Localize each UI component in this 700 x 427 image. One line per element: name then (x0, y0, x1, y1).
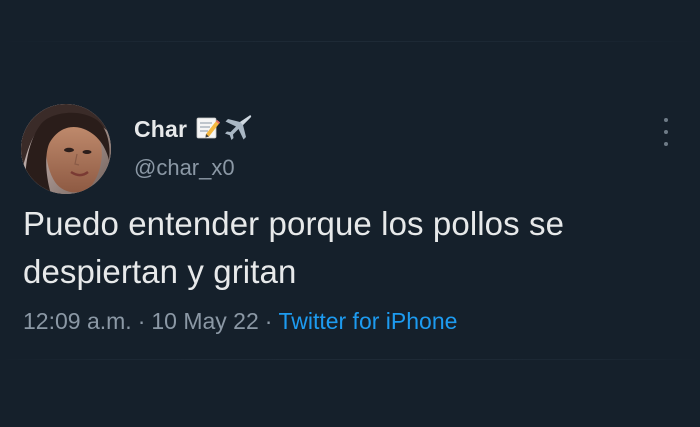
handle[interactable]: @char_x0 (134, 155, 253, 181)
dot (664, 118, 668, 122)
tweet-text: Puedo entender porque los pollos se desp… (23, 200, 673, 296)
dot (664, 142, 668, 146)
more-options-icon[interactable] (656, 118, 676, 146)
name-row: Char (134, 113, 253, 145)
separator: · (137, 308, 146, 334)
separator: · (264, 308, 273, 334)
dot (664, 130, 668, 134)
display-name[interactable]: Char (134, 116, 187, 143)
bottom-divider (0, 359, 700, 360)
tweet-meta: 12:09 a.m. · 10 May 22 · Twitter for iPhone (23, 308, 457, 335)
tweet-text-line: Puedo entender porque los pollos se (23, 205, 565, 242)
tweet-text-line: despiertan y gritan (23, 253, 297, 290)
avatar-photo (21, 104, 111, 194)
tweet-date[interactable]: 10 May 22 (151, 308, 258, 334)
memo-emoji-icon (195, 114, 221, 145)
avatar[interactable] (21, 104, 111, 194)
tweet-time[interactable]: 12:09 a.m. (23, 308, 132, 334)
airplane-emoji-icon (223, 112, 253, 147)
tweet-card: Char @char_x0 Puedo entender porque los … (0, 0, 700, 427)
source-link[interactable]: Twitter for iPhone (278, 308, 457, 334)
user-info[interactable]: Char @char_x0 (134, 113, 253, 181)
